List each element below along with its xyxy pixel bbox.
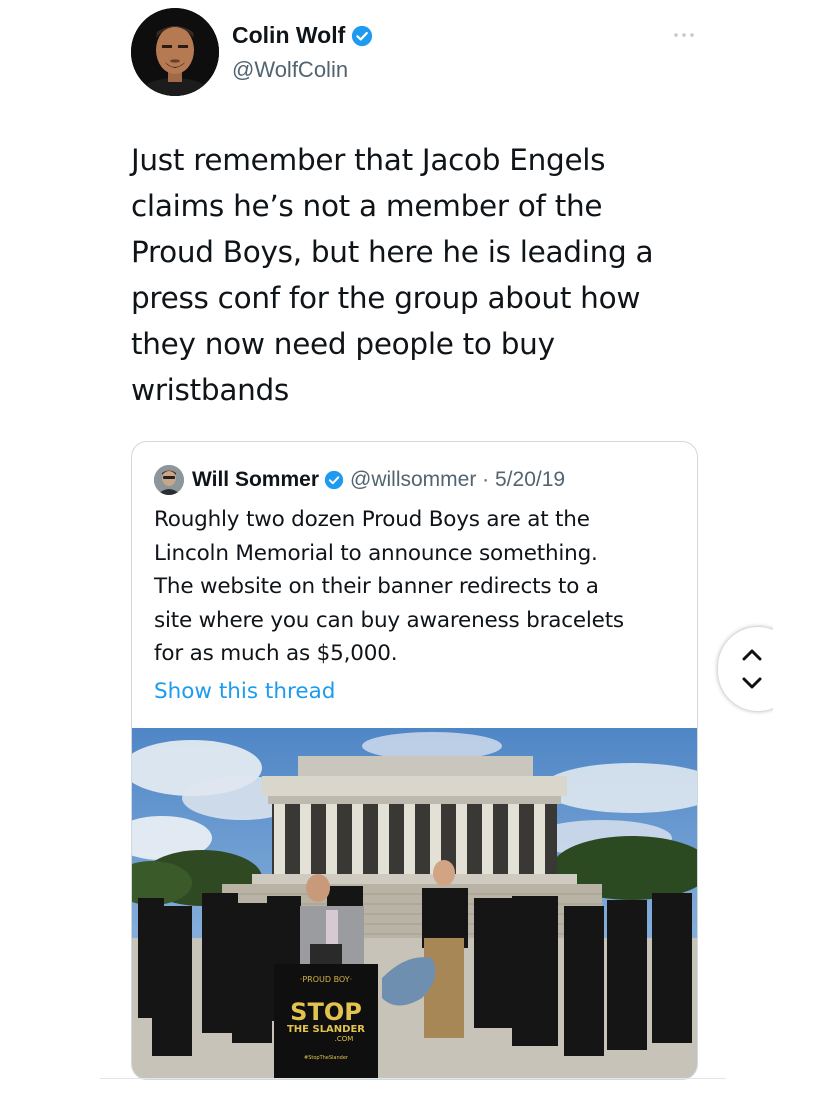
podium-banner-main: STOP [290,998,362,1026]
show-thread-link[interactable]: Show this thread [154,679,335,704]
divider [100,1078,726,1079]
tweet-line: Just remember that Jacob Engels [131,143,606,177]
more-options-icon[interactable] [672,30,696,40]
quoted-tweet-line: for as much as $5,000. [154,641,398,666]
quoted-tweet-line: Lincoln Memorial to announce something. [154,540,598,566]
podium-banner-tag: #StopTheSlander [304,1055,349,1061]
author-name[interactable]: Colin Wolf [232,22,345,49]
quoted-tweet-line: Roughly two dozen Proud Boys are at the [154,507,590,532]
tweet-line: press conf for the group about how [131,281,641,315]
verified-badge-icon [324,470,344,490]
chevron-down-icon[interactable] [738,672,766,694]
chevron-up-icon[interactable] [738,644,766,666]
podium-banner-com: .COM [335,1035,354,1043]
tweet-line: claims he’s not a member of the [131,189,603,223]
author-avatar-image [131,8,219,96]
tweet-text: Just remember that Jacob Engels claims h… [131,137,701,413]
author-avatar[interactable] [131,8,219,96]
quoted-author-avatar[interactable] [154,465,184,495]
quoted-author-name[interactable]: Will Sommer [192,468,319,492]
podium-banner-sub: THE SLANDER [287,1024,365,1035]
quoted-tweet-text: Roughly two dozen Proud Boys are at the … [154,503,684,671]
author-name-row[interactable]: Colin Wolf [232,22,373,49]
screen-edge-mask [773,620,828,720]
podium-banner-top: ·PROUD BOY· [300,975,352,984]
quoted-tweet-line: site where you can buy awareness bracele… [154,607,624,633]
tweet-line: wristbands [131,373,289,407]
tweet-line: Proud Boys, but here he is leading a [131,235,654,269]
quoted-tweet-photo[interactable]: ·PROUD BOY· STOP THE SLANDER .COM #StopT… [132,728,697,1079]
quoted-tweet-line: The website on their banner redirects to… [154,574,599,599]
quoted-tweet-card[interactable]: Will Sommer @willsommer · 5/20/19 Roughl… [131,441,698,1080]
quoted-author-handle-date[interactable]: @willsommer · 5/20/19 [350,468,565,492]
quoted-author-avatar-image [154,465,184,495]
author-handle[interactable]: @WolfColin [232,57,348,83]
tweet-line: they now need people to buy [131,327,555,361]
verified-badge-icon [352,25,373,46]
quoted-tweet-header: Will Sommer @willsommer · 5/20/19 [154,464,565,496]
